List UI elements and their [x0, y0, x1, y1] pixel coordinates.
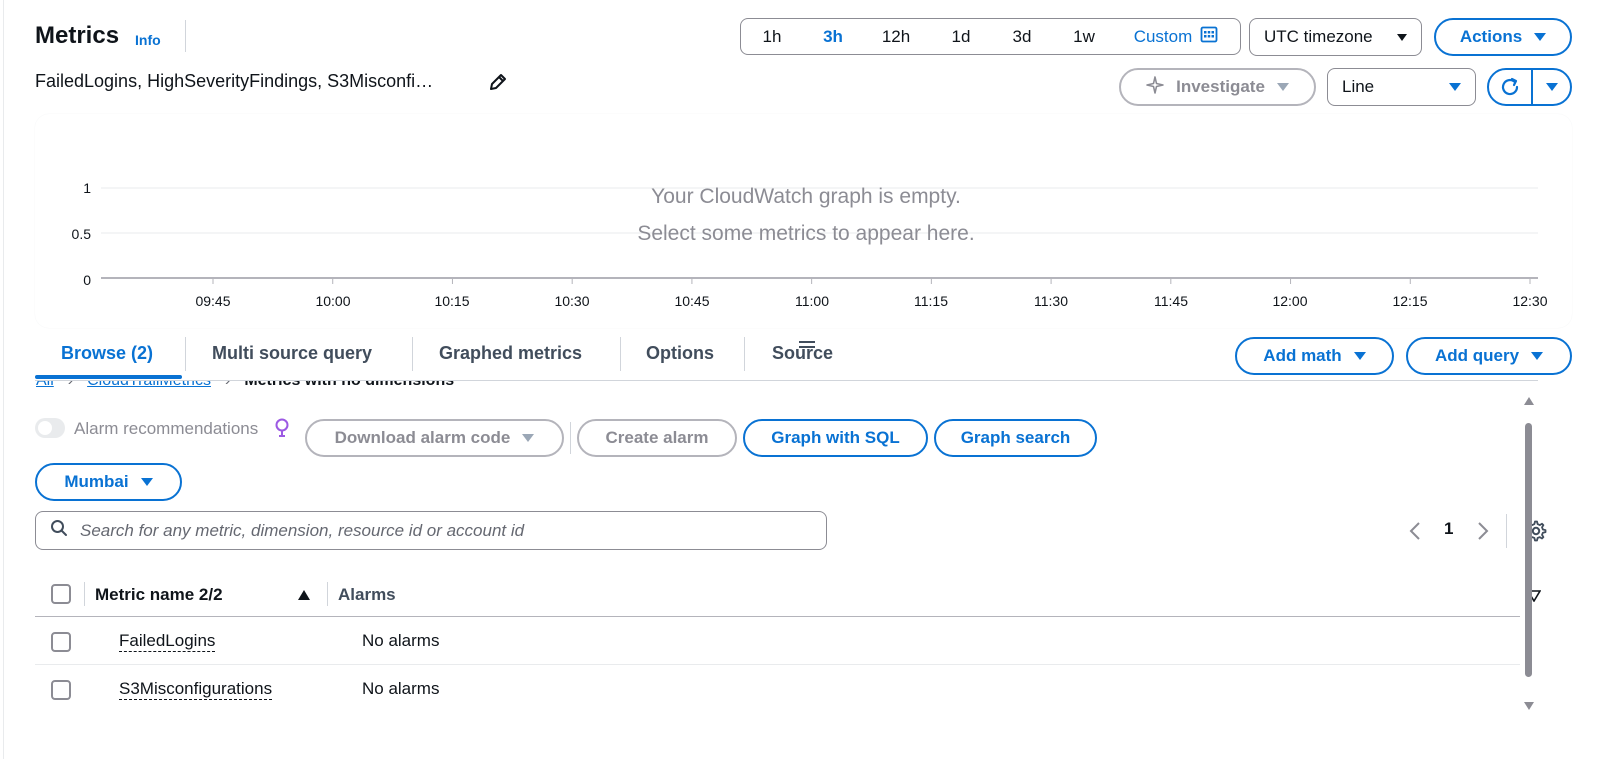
- alarm-recommendations-toggle[interactable]: [35, 418, 65, 438]
- y-tick-label: 0: [83, 272, 91, 288]
- x-tick-label: 10:15: [434, 293, 470, 309]
- scroll-up-icon[interactable]: [1523, 393, 1535, 411]
- chevron-down-icon: [1531, 352, 1544, 360]
- tab-multi-source-query[interactable]: Multi source query: [212, 343, 372, 364]
- tabs-divider: [35, 380, 1538, 381]
- x-tick-label: 12:30: [1512, 293, 1548, 309]
- tab-separator: [412, 337, 413, 371]
- x-tick-label: 11:45: [1154, 293, 1188, 309]
- resize-handle-icon[interactable]: [799, 336, 815, 354]
- x-tick-label: 12:00: [1272, 293, 1308, 309]
- metric-name-link[interactable]: FailedLogins: [119, 631, 216, 652]
- x-tick-label: 11:00: [795, 293, 829, 309]
- tab-separator: [744, 337, 745, 371]
- breadcrumb-namespace[interactable]: CloudTrailMetrics: [87, 381, 211, 390]
- alarm-recommendations-label: Alarm recommendations: [74, 419, 259, 438]
- graph-canvas: [101, 187, 1538, 284]
- x-tick-labels: 09:45 10:00 10:15 10:30 10:45 11:00 11:1…: [0, 293, 1603, 313]
- graph-with-sql-label: Graph with SQL: [771, 428, 900, 447]
- region-label: Mumbai: [64, 472, 129, 491]
- x-tick-label: 10:45: [674, 293, 710, 309]
- sort-ascending-icon[interactable]: [297, 588, 311, 606]
- x-tick-label: 09:45: [195, 293, 231, 309]
- search-placeholder: Search for any metric, dimension, resour…: [80, 520, 525, 540]
- breadcrumb-all[interactable]: All: [36, 381, 54, 390]
- add-query-button[interactable]: Add query: [1406, 337, 1572, 375]
- table-row: S3Misconfigurations No alarms: [35, 665, 1520, 712]
- scrollbar-thumb[interactable]: [1525, 423, 1532, 677]
- download-alarm-code-button[interactable]: Download alarm code: [305, 419, 564, 457]
- scroll-down-icon[interactable]: [1523, 698, 1535, 716]
- tab-graphed-metrics[interactable]: Graphed metrics: [439, 343, 582, 364]
- tab-separator: [185, 337, 186, 371]
- column-header-alarms[interactable]: Alarms: [338, 585, 396, 605]
- row-checkbox[interactable]: [51, 632, 71, 652]
- metric-search-input[interactable]: Search for any metric, dimension, resour…: [35, 511, 827, 550]
- chevron-down-icon: [140, 478, 153, 486]
- column-header-metric-name[interactable]: Metric name 2/2: [95, 585, 223, 605]
- metric-name-link[interactable]: S3Misconfigurations: [119, 679, 273, 700]
- graph-with-sql-button[interactable]: Graph with SQL: [743, 419, 928, 457]
- tab-browse[interactable]: Browse (2): [61, 343, 153, 364]
- chevron-down-icon: [522, 434, 535, 442]
- chevron-right-icon: ›: [225, 381, 230, 390]
- graph-search-label: Graph search: [960, 428, 1071, 447]
- select-all-checkbox[interactable]: [51, 584, 71, 604]
- empty-graph-subtitle: Select some metrics to appear here.: [637, 222, 975, 245]
- next-page-icon[interactable]: [1477, 521, 1489, 546]
- chevron-right-icon: ›: [68, 381, 73, 390]
- y-tick-label: 1: [83, 180, 91, 196]
- add-query-label: Add query: [1434, 346, 1520, 365]
- y-tick-label: 0.5: [71, 226, 91, 242]
- create-alarm-label: Create alarm: [605, 428, 709, 447]
- graph-search-button[interactable]: Graph search: [934, 419, 1097, 457]
- x-tick-label: 11:15: [914, 293, 948, 309]
- tab-separator: [620, 337, 621, 371]
- row-checkbox[interactable]: [51, 680, 71, 700]
- lightbulb-icon: [274, 418, 290, 443]
- breadcrumb-current: Metrics with no dimensions: [244, 381, 454, 390]
- previous-page-icon[interactable]: [1409, 521, 1421, 546]
- add-math-label: Add math: [1263, 346, 1342, 365]
- current-page-number[interactable]: 1: [1444, 519, 1453, 539]
- alarms-cell: No alarms: [362, 631, 440, 650]
- pagination-divider: [1506, 514, 1507, 548]
- column-divider: [327, 582, 328, 606]
- create-alarm-button[interactable]: Create alarm: [577, 419, 737, 457]
- search-icon: [50, 519, 68, 542]
- x-tick-label: 10:00: [315, 293, 351, 309]
- table-row: FailedLogins No alarms: [35, 617, 1520, 664]
- region-select[interactable]: Mumbai: [35, 463, 182, 501]
- toolbar-divider: [570, 422, 571, 454]
- empty-graph-title: Your CloudWatch graph is empty.: [651, 185, 961, 208]
- active-tab-indicator: [35, 375, 182, 379]
- x-tick-label: 10:30: [554, 293, 590, 309]
- tab-options[interactable]: Options: [646, 343, 714, 364]
- x-tick-label: 12:15: [1392, 293, 1428, 309]
- column-divider: [84, 582, 85, 606]
- chevron-down-icon: [1353, 352, 1366, 360]
- download-alarm-code-label: Download alarm code: [334, 428, 511, 447]
- alarms-cell: No alarms: [362, 679, 440, 698]
- add-math-button[interactable]: Add math: [1235, 337, 1394, 375]
- x-tick-label: 11:30: [1034, 293, 1068, 309]
- breadcrumb: All › CloudTrailMetrics › Metrics with n…: [36, 381, 556, 390]
